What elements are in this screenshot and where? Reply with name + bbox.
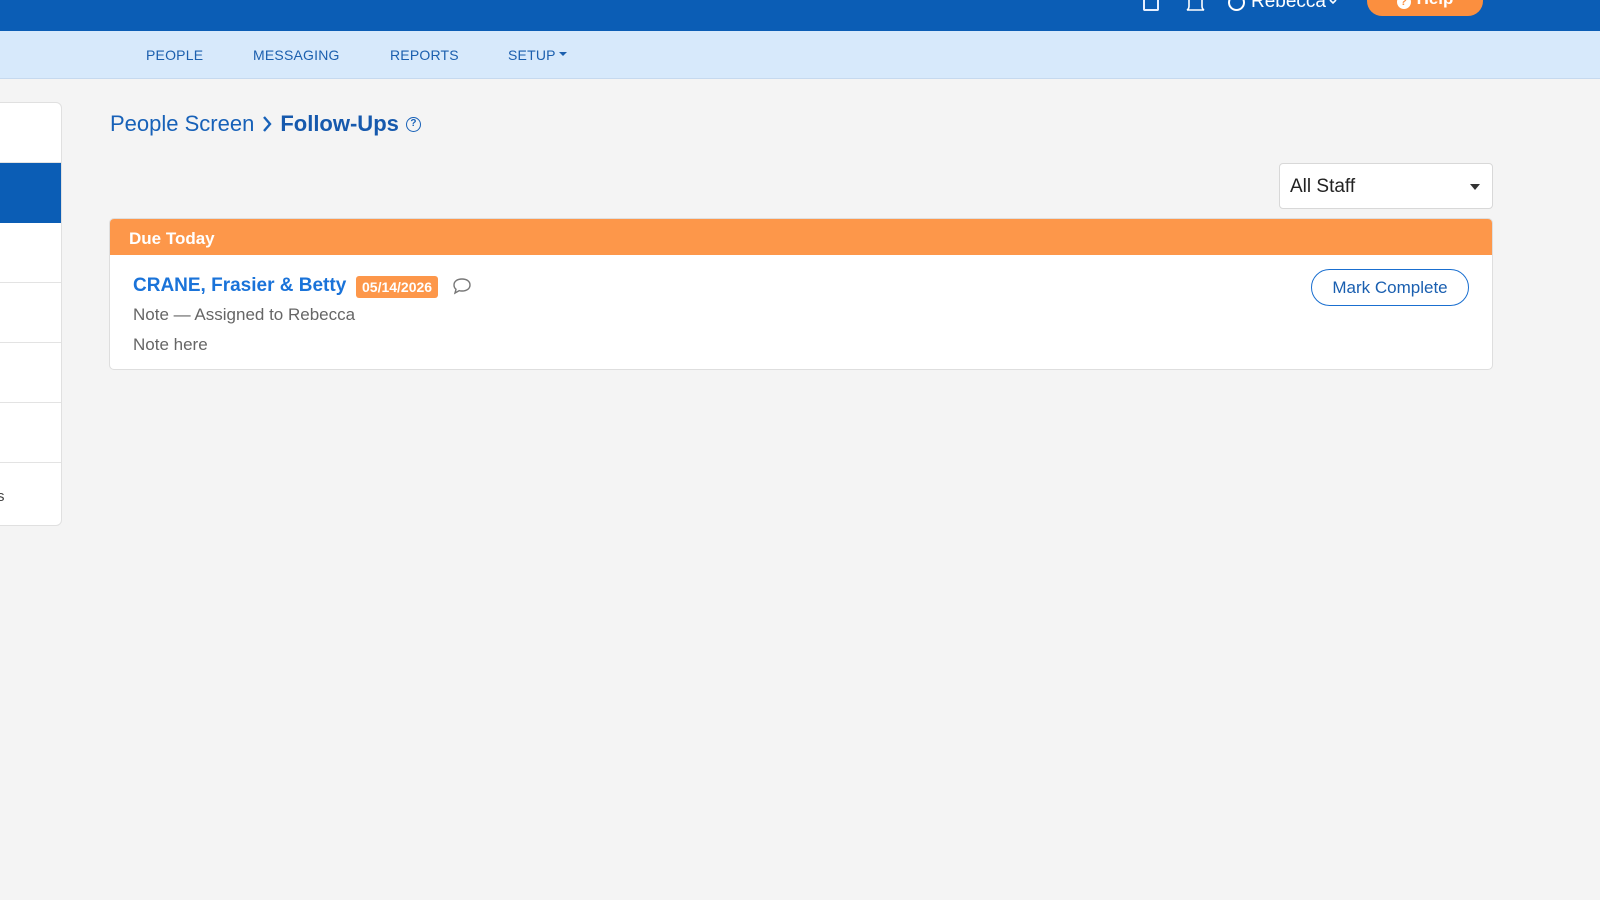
follow-up-note: Note here (133, 335, 208, 354)
nav-setup[interactable]: SETUP (508, 47, 567, 63)
sidebar-item-label: s (0, 488, 5, 505)
help-circle-icon[interactable]: ? (405, 116, 421, 132)
top-bar: Rebecca ? Help (0, 0, 1600, 31)
sidebar: s (0, 102, 62, 526)
due-date-badge: 05/14/2026 (356, 276, 439, 298)
sidebar-item[interactable] (0, 223, 61, 283)
follow-up-meta: Note — Assigned to Rebecca (133, 305, 356, 324)
caret-down-icon (1470, 184, 1480, 190)
sidebar-item[interactable] (0, 403, 61, 463)
nav-messaging[interactable]: MESSAGING (253, 47, 340, 63)
nav-people[interactable]: PEOPLE (146, 47, 203, 63)
due-today-panel: Due Today CRANE, Frasier & Betty 05/14/2… (109, 218, 1493, 370)
main-nav: PEOPLE MESSAGING REPORTS SETUP (0, 31, 1600, 79)
nav-reports[interactable]: REPORTS (390, 47, 459, 63)
chevron-right-icon (263, 116, 272, 132)
caret-down-icon (558, 52, 567, 57)
due-today-header: Due Today (110, 219, 1492, 255)
comment-icon[interactable] (452, 277, 472, 295)
breadcrumb: People Screen Follow-Ups ? (110, 111, 421, 137)
chevron-down-icon[interactable] (1328, 0, 1338, 8)
sidebar-item[interactable] (0, 283, 61, 343)
sidebar-item[interactable] (0, 343, 61, 403)
breadcrumb-parent-link[interactable]: People Screen (110, 111, 254, 137)
sidebar-item[interactable] (0, 103, 61, 163)
page-title: Follow-Ups (280, 111, 399, 136)
user-icon[interactable] (1228, 0, 1245, 11)
staff-filter-value: All Staff (1290, 176, 1356, 197)
person-name-link[interactable]: CRANE, Frasier & Betty (133, 275, 346, 297)
question-icon: ? (1396, 0, 1411, 9)
box-icon[interactable] (1143, 0, 1159, 11)
help-button[interactable]: ? Help (1367, 0, 1483, 16)
mark-complete-button[interactable]: Mark Complete (1311, 269, 1469, 306)
staff-filter-select[interactable]: All Staff (1279, 163, 1493, 209)
sidebar-item-active[interactable] (0, 163, 61, 223)
nav-setup-label: SETUP (508, 47, 556, 63)
user-name[interactable]: Rebecca (1251, 0, 1326, 12)
help-label: Help (1417, 0, 1454, 9)
bell-icon[interactable] (1186, 0, 1205, 12)
